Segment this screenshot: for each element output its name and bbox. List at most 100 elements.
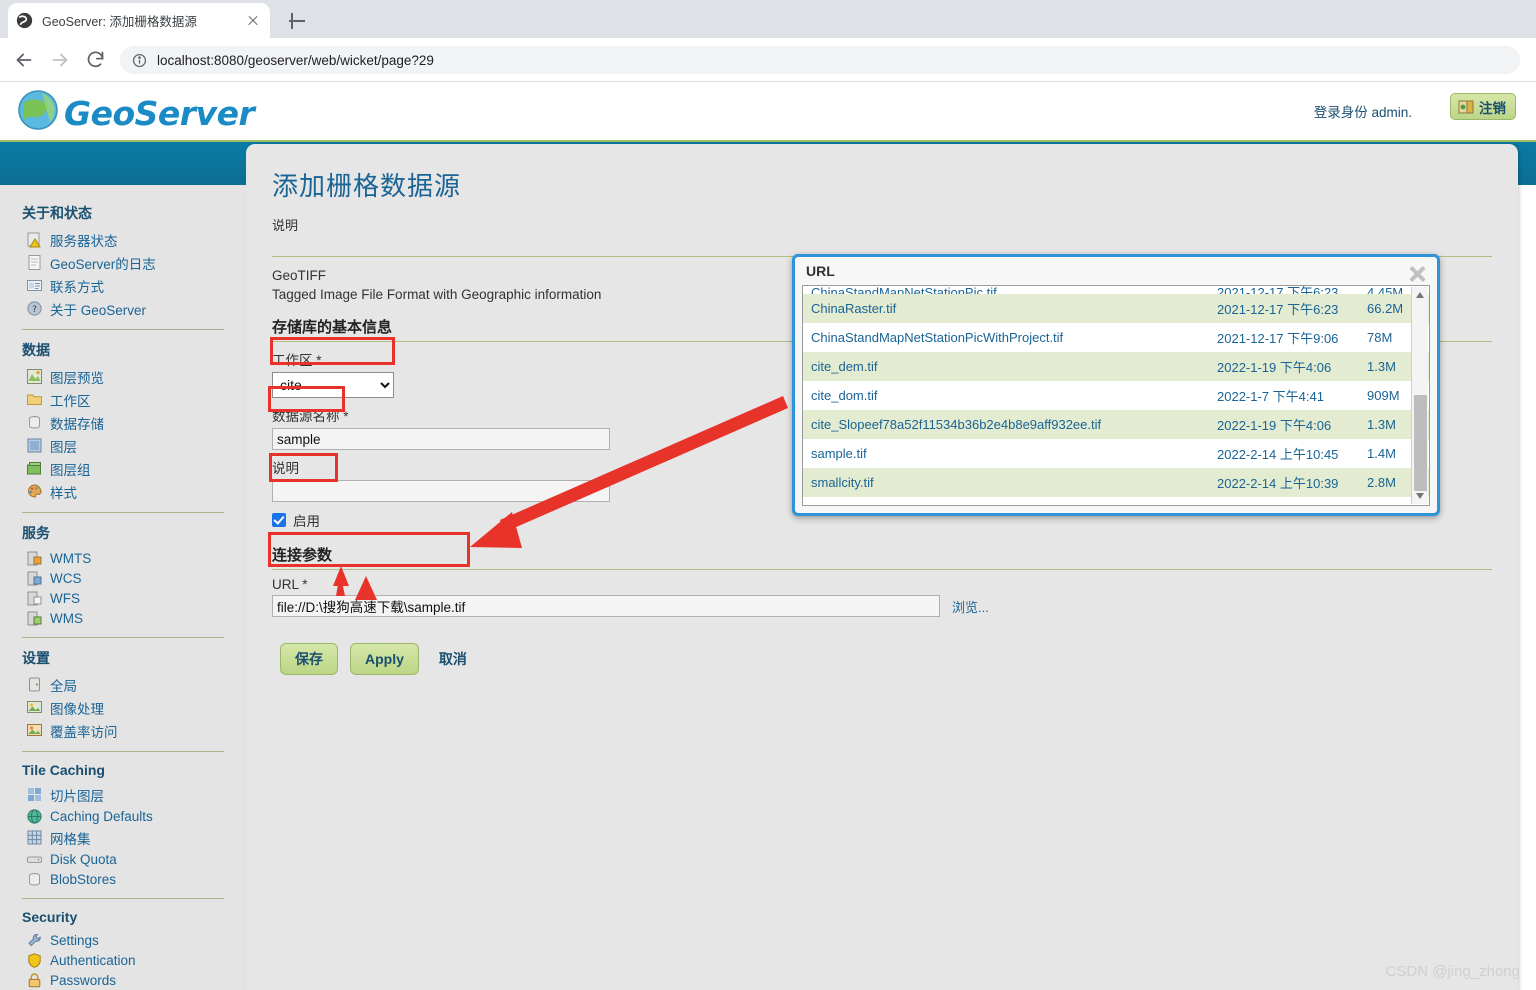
sidebar-item-label: 图像处理 [50,701,104,717]
sidebar-group-title: Tile Caching [22,762,105,778]
file-name-cell: ChinaStandMapNetStationPic.tif [811,286,997,294]
sidebar-item-caching-defaults[interactable]: Caching Defaults [0,806,246,826]
page-title: 添加栅格数据源 [272,171,462,201]
sidebar-item-about-geoserver[interactable]: ? 关于 GeoServer [0,297,246,320]
sidebar-item-wms[interactable]: WMS [0,608,246,628]
scroll-down-arrow-icon[interactable] [1412,488,1429,504]
plus-icon[interactable] [284,8,310,34]
sidebar-item-contact[interactable]: 联系方式 [0,274,246,297]
sidebar-group-data: 数据 图层预览 工作区 数据存储 图层 图层组 样式 [0,330,246,503]
sidebar-item-passwords[interactable]: Passwords [0,970,246,990]
file-name-cell[interactable]: cite_dom.tif [803,381,1209,410]
browse-link[interactable]: 浏览... [952,597,989,616]
sidebar-item-authentication[interactable]: Authentication [0,950,246,970]
sidebar-item-wmts[interactable]: WMTS [0,548,246,568]
file-row[interactable]: ChinaRaster.tif 2021-12-17 下午6:23 66.2M [803,294,1429,323]
geoserver-header: GeoServer 登录身份 admin. 注销 [0,82,1536,140]
server-status-icon [26,231,43,248]
workspace-select[interactable]: cite [272,372,394,398]
enabled-checkbox[interactable] [272,513,286,527]
apply-button[interactable]: Apply [350,643,419,675]
close-icon[interactable] [244,12,262,30]
browser-tab[interactable]: GeoServer: 添加栅格数据源 [8,3,270,38]
about-info-icon: ? [26,300,43,317]
address-bar-url: localhost:8080/geoserver/web/wicket/page… [157,52,434,68]
geoserver-globe-logo [16,88,60,132]
screenshot-root: GeoServer: 添加栅格数据源 localhost:8080/geoser… [0,0,1536,990]
watermark: CSDN @jing_zhong [1385,963,1520,980]
datasource-description-input[interactable] [272,480,610,502]
file-name-cell[interactable]: sample.tif [803,439,1209,468]
url-input[interactable] [272,595,940,617]
folder-icon [26,391,43,408]
logout-door-icon [1458,100,1474,114]
sidebar-item-label: 联系方式 [50,279,104,295]
file-name-cell[interactable]: cite_Slopeef78a52f11534b36b2e4b8e9aff932… [803,410,1209,439]
file-name-cell[interactable]: smallcity.tif [803,468,1209,497]
logout-button[interactable]: 注销 [1450,93,1516,120]
coverage-access-icon [26,722,43,739]
sidebar-item-settings[interactable]: Settings [0,930,246,950]
cancel-button[interactable]: 取消 [439,649,467,669]
shield-icon [26,952,43,969]
reload-icon[interactable] [85,49,107,71]
sidebar-item-image-processing[interactable]: 图像处理 [0,696,246,719]
sidebar-item-layer-groups[interactable]: 图层组 [0,457,246,480]
file-row[interactable]: ChinaStandMapNetStationPicWithProject.ti… [803,323,1429,352]
connection-params-section-title: 连接参数 [272,547,333,564]
sidebar-item-label: 数据存储 [50,416,104,432]
sidebar-item-label: BlobStores [50,871,117,887]
geoserver-logo-text: GeoServer [64,94,255,133]
file-row[interactable]: cite_dom.tif 2022-1-7 下午4:41 909M [803,381,1429,410]
sidebar-item-label: 关于 GeoServer [50,302,147,318]
sidebar-item-blobstores[interactable]: BlobStores [0,869,246,889]
close-icon[interactable] [1407,263,1428,284]
sidebar-item-global[interactable]: 全局 [0,673,246,696]
file-row[interactable]: smallcity.tif 2022-2-14 上午10:39 2.8M [803,468,1429,497]
sidebar-item-label: Caching Defaults [50,808,153,824]
sidebar-item-label: WMS [50,610,83,626]
sidebar-item-workspaces[interactable]: 工作区 [0,388,246,411]
tile-layers-icon [26,786,43,803]
sidebar-item-gridsets[interactable]: 网格集 [0,826,246,849]
sidebar-item-label: WCS [50,570,82,586]
logout-label: 注销 [1479,100,1506,116]
file-row[interactable]: sample.tif 2022-2-14 上午10:45 1.4M [803,439,1429,468]
form-actions: 保存 Apply 取消 [272,617,1492,675]
save-button[interactable]: 保存 [280,643,338,675]
sidebar-item-wfs[interactable]: WFS [0,588,246,608]
service-wmts-icon [26,550,43,567]
file-row[interactable]: cite_Slopeef78a52f11534b36b2e4b8e9aff932… [803,410,1429,439]
sidebar-item-server-status[interactable]: 服务器状态 [0,228,246,251]
sidebar-item-disk-quota[interactable]: Disk Quota [0,849,246,869]
scrollbar-thumb[interactable] [1414,395,1427,491]
url-label: URL * [272,577,308,592]
sidebar-item-label: 服务器状态 [50,233,118,249]
datasource-name-input[interactable] [272,428,610,450]
browser-tab-title: GeoServer: 添加栅格数据源 [42,15,197,29]
sidebar-item-styles[interactable]: 样式 [0,480,246,503]
sidebar-group-title: Security [22,909,78,925]
file-row[interactable]: cite_dem.tif 2022-1-19 下午4:06 1.3M [803,352,1429,381]
address-bar[interactable]: localhost:8080/geoserver/web/wicket/page… [120,46,1520,74]
dialog-body: ChinaStandMapNetStationPic.tif 2021-12-1… [802,285,1430,506]
file-row-clipped[interactable]: ChinaStandMapNetStationPic.tif 2021-12-1… [803,286,1429,294]
svg-text:?: ? [32,305,37,315]
dialog-scrollbar[interactable] [1411,287,1428,504]
sidebar-item-datastores[interactable]: 数据存储 [0,411,246,434]
info-circle-icon [132,53,147,68]
file-name-cell[interactable]: cite_dem.tif [803,352,1209,381]
back-arrow-icon[interactable] [13,49,35,71]
sidebar-item-label: Passwords [50,972,117,988]
sidebar-item-layer-preview[interactable]: 图层预览 [0,365,246,388]
file-name-cell[interactable]: ChinaStandMapNetStationPicWithProject.ti… [803,323,1209,352]
forward-arrow-icon [49,49,71,71]
file-name-cell[interactable]: ChinaRaster.tif [803,294,1209,323]
sidebar-item-tile-layers[interactable]: 切片图层 [0,783,246,806]
scroll-up-arrow-icon[interactable] [1412,287,1429,303]
sidebar-item-layers[interactable]: 图层 [0,434,246,457]
sidebar-item-wcs[interactable]: WCS [0,568,246,588]
sidebar-item-coverage-access[interactable]: 覆盖率访问 [0,719,246,742]
sidebar-item-geoserver-logs[interactable]: GeoServer的日志 [0,251,246,274]
log-document-icon [26,254,43,271]
